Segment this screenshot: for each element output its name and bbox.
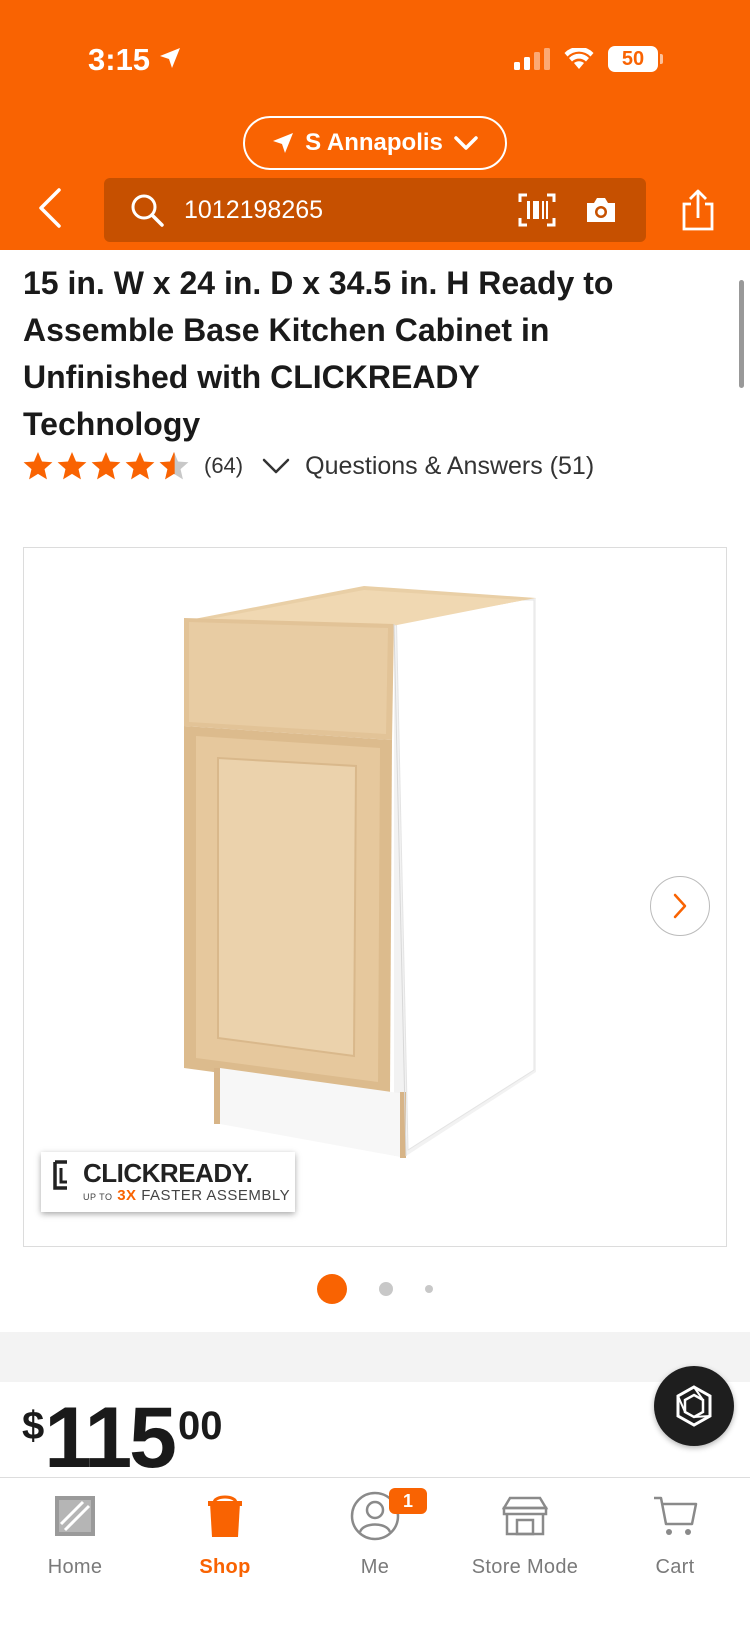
search-input[interactable]: 1012198265 (104, 178, 646, 242)
location-arrow-icon (273, 133, 294, 153)
product-image[interactable]: CLICKREADY. UP TO 3X FASTER ASSEMBLY (23, 547, 727, 1247)
bottom-navigation: Home Shop 1 Me Store Mode Cart (0, 1477, 750, 1631)
camera-icon[interactable] (584, 194, 620, 226)
share-button[interactable] (678, 188, 718, 232)
carousel-dot[interactable] (379, 1282, 393, 1296)
product-title: 15 in. W x 24 in. D x 34.5 in. H Ready t… (23, 265, 614, 442)
badge-brand: CLICKREADY. (83, 1158, 253, 1188)
nav-label: Shop (199, 1556, 251, 1578)
star-full-icon (125, 452, 155, 480)
nav-store-mode[interactable]: Store Mode (450, 1490, 600, 1579)
status-icons: 50 (514, 46, 663, 72)
nav-cart[interactable]: Cart (600, 1490, 750, 1579)
product-price: $ 115 00 (22, 1394, 223, 1482)
app-header: 3:15 50 S Annapolis 1012198265 (0, 0, 750, 250)
price-cents: 00 (178, 1404, 223, 1448)
carousel-dots (0, 1274, 750, 1304)
product-info: 15 in. W x 24 in. D x 34.5 in. H Ready t… (0, 250, 750, 522)
battery-indicator: 50 (608, 46, 663, 72)
chevron-down-icon (262, 458, 290, 474)
store-selector[interactable]: S Annapolis (243, 116, 507, 170)
back-button[interactable] (30, 186, 70, 230)
badge-up-to: UP TO (83, 1192, 113, 1202)
chevron-down-icon (454, 136, 478, 150)
badge-subtitle: UP TO 3X FASTER ASSEMBLY (83, 1187, 290, 1204)
search-icon (128, 191, 166, 229)
notification-badge: 1 (389, 1488, 427, 1514)
nav-label: Store Mode (471, 1556, 579, 1578)
store-icon (499, 1490, 551, 1542)
rating-row: (64) Questions & Answers (51) (22, 450, 594, 482)
share-icon (682, 189, 714, 231)
user-icon: 1 (349, 1488, 427, 1542)
nav-shop[interactable]: Shop (150, 1490, 300, 1579)
price-dollars: 115 (44, 1390, 177, 1486)
carousel-dot-active[interactable] (317, 1274, 347, 1304)
home-depot-logo-icon (49, 1490, 101, 1542)
clickready-badge: CLICKREADY. UP TO 3X FASTER ASSEMBLY (41, 1152, 295, 1212)
signal-icon (514, 48, 550, 70)
cabinet-image (184, 586, 536, 1158)
badge-highlight: 3X (117, 1187, 137, 1204)
badge-rest: FASTER ASSEMBLY (141, 1187, 291, 1204)
wifi-icon (564, 48, 594, 69)
nav-label: Me (360, 1556, 390, 1578)
nav-me[interactable]: 1 Me (300, 1488, 450, 1579)
chevron-right-icon (673, 893, 687, 919)
star-half-icon (159, 452, 189, 480)
nav-home[interactable]: Home (0, 1490, 150, 1579)
questions-answers-link[interactable]: Questions & Answers (51) (305, 452, 594, 481)
image-gallery: CLICKREADY. UP TO 3X FASTER ASSEMBLY (0, 522, 750, 1332)
product-page: 3:15 50 S Annapolis 1012198265 15 in. W … (0, 0, 750, 1631)
scrollbar[interactable] (739, 280, 744, 388)
star-full-icon (23, 452, 53, 480)
store-name: S Annapolis (305, 129, 443, 156)
barcode-scan-icon[interactable] (518, 192, 558, 228)
shop-bucket-icon (199, 1490, 251, 1542)
location-arrow-icon (160, 48, 180, 68)
cart-icon (649, 1490, 701, 1542)
price-currency: $ (22, 1404, 45, 1448)
chat-assistant-button[interactable] (654, 1366, 734, 1446)
chevron-left-icon (39, 188, 61, 228)
next-image-button[interactable] (650, 876, 710, 936)
star-rating[interactable] (22, 450, 190, 482)
carousel-dot[interactable] (425, 1285, 433, 1293)
search-query: 1012198265 (184, 195, 324, 224)
assistant-hexagon-icon (676, 1385, 712, 1427)
review-count[interactable]: (64) (204, 453, 243, 479)
nav-label: Home (47, 1556, 103, 1578)
nav-label: Cart (655, 1556, 695, 1578)
star-full-icon (57, 452, 87, 480)
clickready-logo-icon (53, 1160, 67, 1190)
star-full-icon (91, 452, 121, 480)
status-time: 3:15 (88, 42, 151, 77)
